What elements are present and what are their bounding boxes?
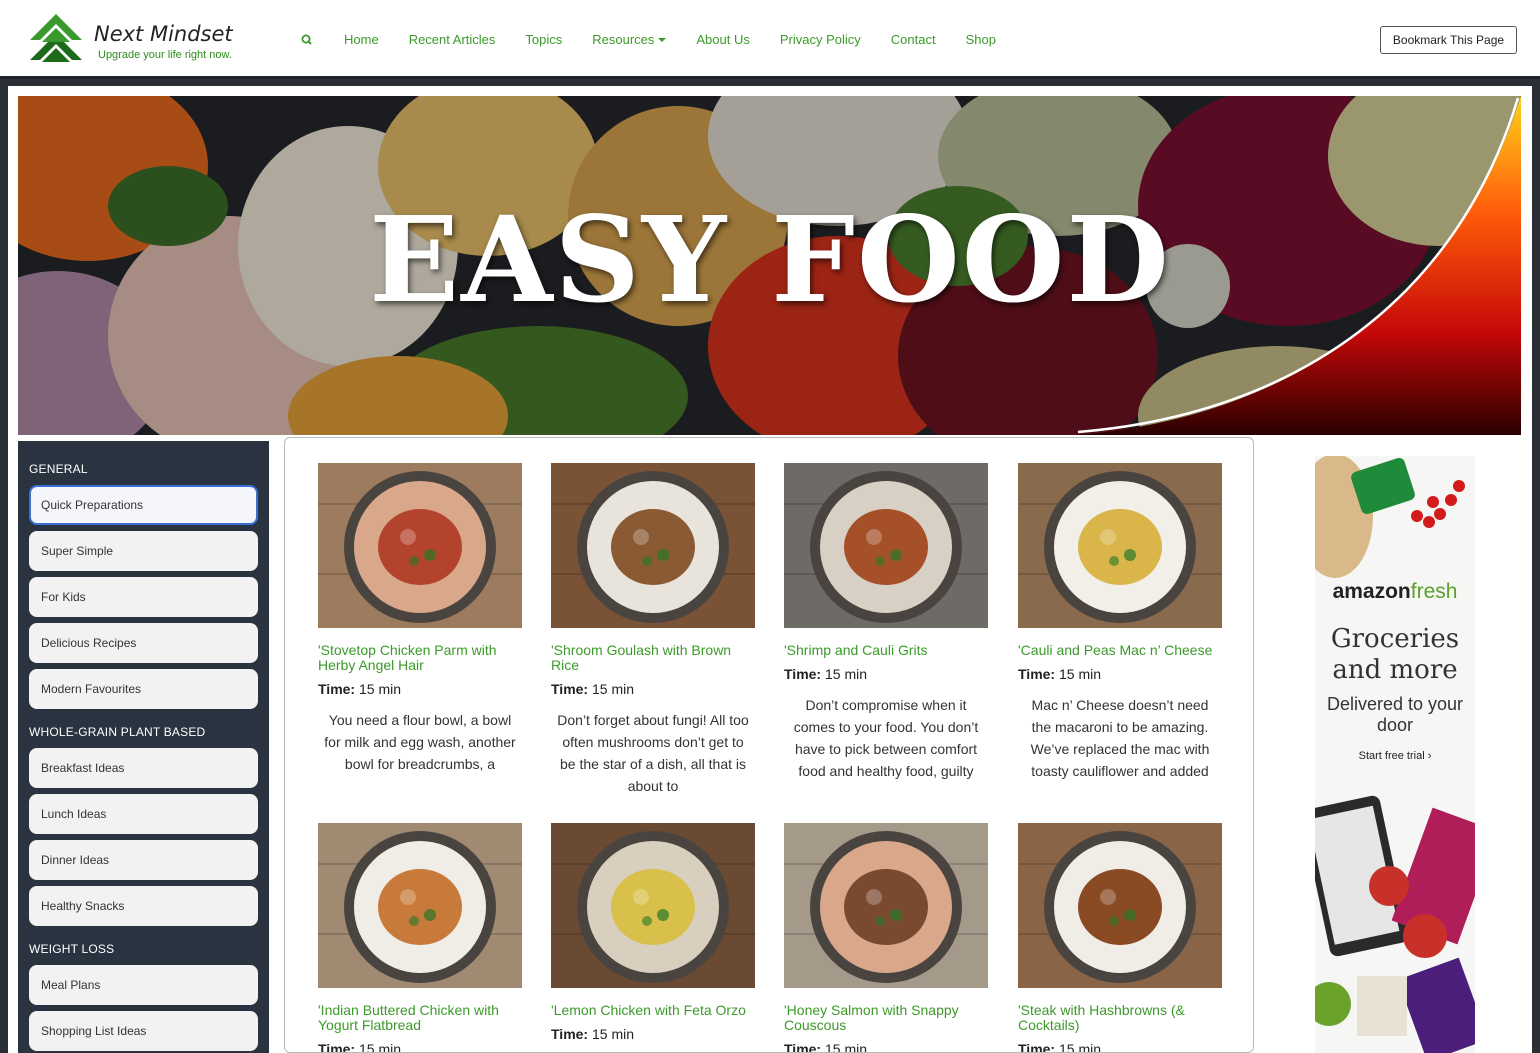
- recipe-time-label: Time:: [551, 1026, 589, 1042]
- recipe-time-value: 15 min: [1058, 1041, 1102, 1053]
- recipe-time-value: 15 min: [824, 666, 868, 682]
- ad-brand-a: amazon: [1332, 580, 1411, 603]
- ad-brand-b: fresh: [1410, 580, 1458, 603]
- recipe-title[interactable]: 'Shroom Goulash with Brown Rice: [551, 643, 755, 673]
- recipe-time-label: Time:: [1018, 666, 1056, 682]
- recipe-time-label: Time:: [1018, 1041, 1056, 1053]
- recipe-time-value: 15 min: [358, 681, 402, 697]
- nav-recent-articles[interactable]: Recent Articles: [409, 32, 496, 47]
- ad-headline: Groceries and more: [1330, 624, 1460, 685]
- recipe-time: Time: 15 min: [784, 666, 988, 682]
- recipe-title[interactable]: 'Honey Salmon with Snappy Couscous: [784, 1003, 988, 1033]
- recipe-time: Time: 15 min: [551, 1026, 755, 1042]
- recipe-time-value: 15 min: [591, 681, 635, 697]
- category-sidebar: GENERAL Quick Preparations Super Simple …: [18, 441, 269, 1053]
- recipe-grid: 'Stovetop Chicken Parm with Herby Angel …: [284, 437, 1254, 1053]
- recipe-image[interactable]: [318, 463, 522, 628]
- nav-contact[interactable]: Contact: [891, 32, 936, 47]
- nav-home[interactable]: Home: [344, 32, 379, 47]
- recipe-card[interactable]: 'Cauli and Peas Mac n’ Cheese Time: 15 mi…: [1018, 463, 1222, 782]
- recipe-image[interactable]: [551, 463, 755, 628]
- main-nav: Home Recent Articles Topics Resources Ab…: [300, 30, 1026, 48]
- nav-resources[interactable]: Resources: [592, 31, 667, 47]
- recipe-image[interactable]: [1018, 463, 1222, 628]
- logo-chevrons-icon: [30, 14, 82, 62]
- sidebar-item-breakfast-ideas[interactable]: Breakfast Ideas: [29, 748, 258, 788]
- recipe-image[interactable]: [784, 463, 988, 628]
- recipe-title[interactable]: 'Indian Buttered Chicken with Yogurt Fla…: [318, 1003, 522, 1033]
- recipe-card[interactable]: 'Shroom Goulash with Brown Rice Time: 15 …: [551, 463, 755, 797]
- recipe-image[interactable]: [1018, 823, 1222, 988]
- recipe-time-label: Time:: [784, 1041, 822, 1053]
- ad-subheadline: Delivered to your door: [1326, 694, 1464, 735]
- sidebar-item-for-kids[interactable]: For Kids: [29, 577, 258, 617]
- chevron-down-icon: [658, 38, 667, 43]
- nav-resources-label: Resources: [592, 31, 655, 47]
- recipe-time: Time: 15 min: [551, 681, 755, 697]
- sidebar-item-quick-preparations[interactable]: Quick Preparations: [29, 485, 258, 525]
- brand-name: Next Mindset: [94, 22, 233, 46]
- nav-about-us[interactable]: About Us: [696, 32, 749, 47]
- ad-cta-link[interactable]: Start free trial ›: [1315, 750, 1475, 762]
- recipe-image[interactable]: [784, 823, 988, 988]
- recipe-time-label: Time:: [318, 1041, 356, 1053]
- ad-brand-logo: amazonfresh: [1315, 580, 1475, 604]
- recipe-image[interactable]: [551, 823, 755, 988]
- search-icon[interactable]: [300, 30, 314, 48]
- recipe-image[interactable]: [318, 823, 522, 988]
- sidebar-item-modern-favourites[interactable]: Modern Favourites: [29, 669, 258, 709]
- nav-shop[interactable]: Shop: [966, 32, 996, 47]
- site-logo[interactable]: Next Mindset Upgrade your life right now…: [30, 12, 250, 68]
- brand-tagline: Upgrade your life right now.: [98, 49, 232, 61]
- recipe-card[interactable]: 'Lemon Chicken with Feta Orzo Time: 15 mi…: [551, 823, 755, 1042]
- recipe-time: Time: 15 min: [1018, 666, 1222, 682]
- recipe-time-value: 15 min: [358, 1041, 402, 1053]
- recipe-time: Time: 15 min: [318, 681, 522, 697]
- recipe-card[interactable]: 'Steak with Hashbrowns (& Cocktails) Time…: [1018, 823, 1222, 1053]
- sidebar-heading-weight-loss: WEIGHT LOSS: [29, 942, 115, 956]
- recipe-title[interactable]: 'Cauli and Peas Mac n’ Cheese: [1018, 643, 1222, 658]
- recipe-card[interactable]: 'Shrimp and Cauli Grits Time: 15 min Don’t…: [784, 463, 988, 782]
- recipe-time-value: 15 min: [1058, 666, 1102, 682]
- banner-title: EASY FOOD: [369, 190, 1171, 329]
- sidebar-item-healthy-snacks[interactable]: Healthy Snacks: [29, 886, 258, 926]
- sidebar-item-meal-plans[interactable]: Meal Plans: [29, 965, 258, 1005]
- bookmark-button[interactable]: Bookmark This Page: [1380, 26, 1517, 54]
- recipe-description: Mac n’ Cheese doesn’t need the macaroni …: [1030, 697, 1210, 779]
- sidebar-item-lunch-ideas[interactable]: Lunch Ideas: [29, 794, 258, 834]
- recipe-title[interactable]: 'Shrimp and Cauli Grits: [784, 643, 988, 658]
- site-header: Next Mindset Upgrade your life right now…: [0, 0, 1540, 79]
- recipe-time-value: 15 min: [591, 1026, 635, 1042]
- recipe-time: Time: 15 min: [1018, 1041, 1222, 1053]
- recipe-time-label: Time:: [784, 666, 822, 682]
- recipe-description: Don’t forget about fungi! All too often …: [557, 712, 749, 794]
- sidebar-item-dinner-ideas[interactable]: Dinner Ideas: [29, 840, 258, 880]
- sidebar-item-super-simple[interactable]: Super Simple: [29, 531, 258, 571]
- recipe-title[interactable]: 'Steak with Hashbrowns (& Cocktails): [1018, 1003, 1222, 1033]
- recipe-title[interactable]: 'Lemon Chicken with Feta Orzo: [551, 1003, 755, 1018]
- nav-privacy-policy[interactable]: Privacy Policy: [780, 32, 861, 47]
- recipe-description: Don’t compromise when it comes to your f…: [793, 697, 979, 779]
- recipe-description: You need a flour bowl, a bowl for milk a…: [324, 712, 516, 772]
- recipe-card[interactable]: 'Indian Buttered Chicken with Yogurt Fla…: [318, 823, 522, 1053]
- sidebar-heading-whole-grain: WHOLE-GRAIN PLANT BASED: [29, 725, 206, 739]
- recipe-time: Time: 15 min: [784, 1041, 988, 1053]
- recipe-card[interactable]: 'Honey Salmon with Snappy Couscous Time: …: [784, 823, 988, 1053]
- recipe-time: Time: 15 min: [318, 1041, 522, 1053]
- recipe-time-label: Time:: [551, 681, 589, 697]
- amazon-fresh-ad[interactable]: amazonfresh Groceries and more Delivered…: [1315, 456, 1475, 1053]
- sidebar-item-delicious-recipes[interactable]: Delicious Recipes: [29, 623, 258, 663]
- nav-topics[interactable]: Topics: [525, 32, 562, 47]
- recipe-time-label: Time:: [318, 681, 356, 697]
- sidebar-heading-general: GENERAL: [29, 462, 88, 476]
- recipe-card[interactable]: 'Stovetop Chicken Parm with Herby Angel …: [318, 463, 522, 797]
- recipe-title[interactable]: 'Stovetop Chicken Parm with Herby Angel …: [318, 643, 522, 673]
- recipe-time-value: 15 min: [824, 1041, 868, 1053]
- sidebar-item-shopping-list-ideas[interactable]: Shopping List Ideas: [29, 1011, 258, 1051]
